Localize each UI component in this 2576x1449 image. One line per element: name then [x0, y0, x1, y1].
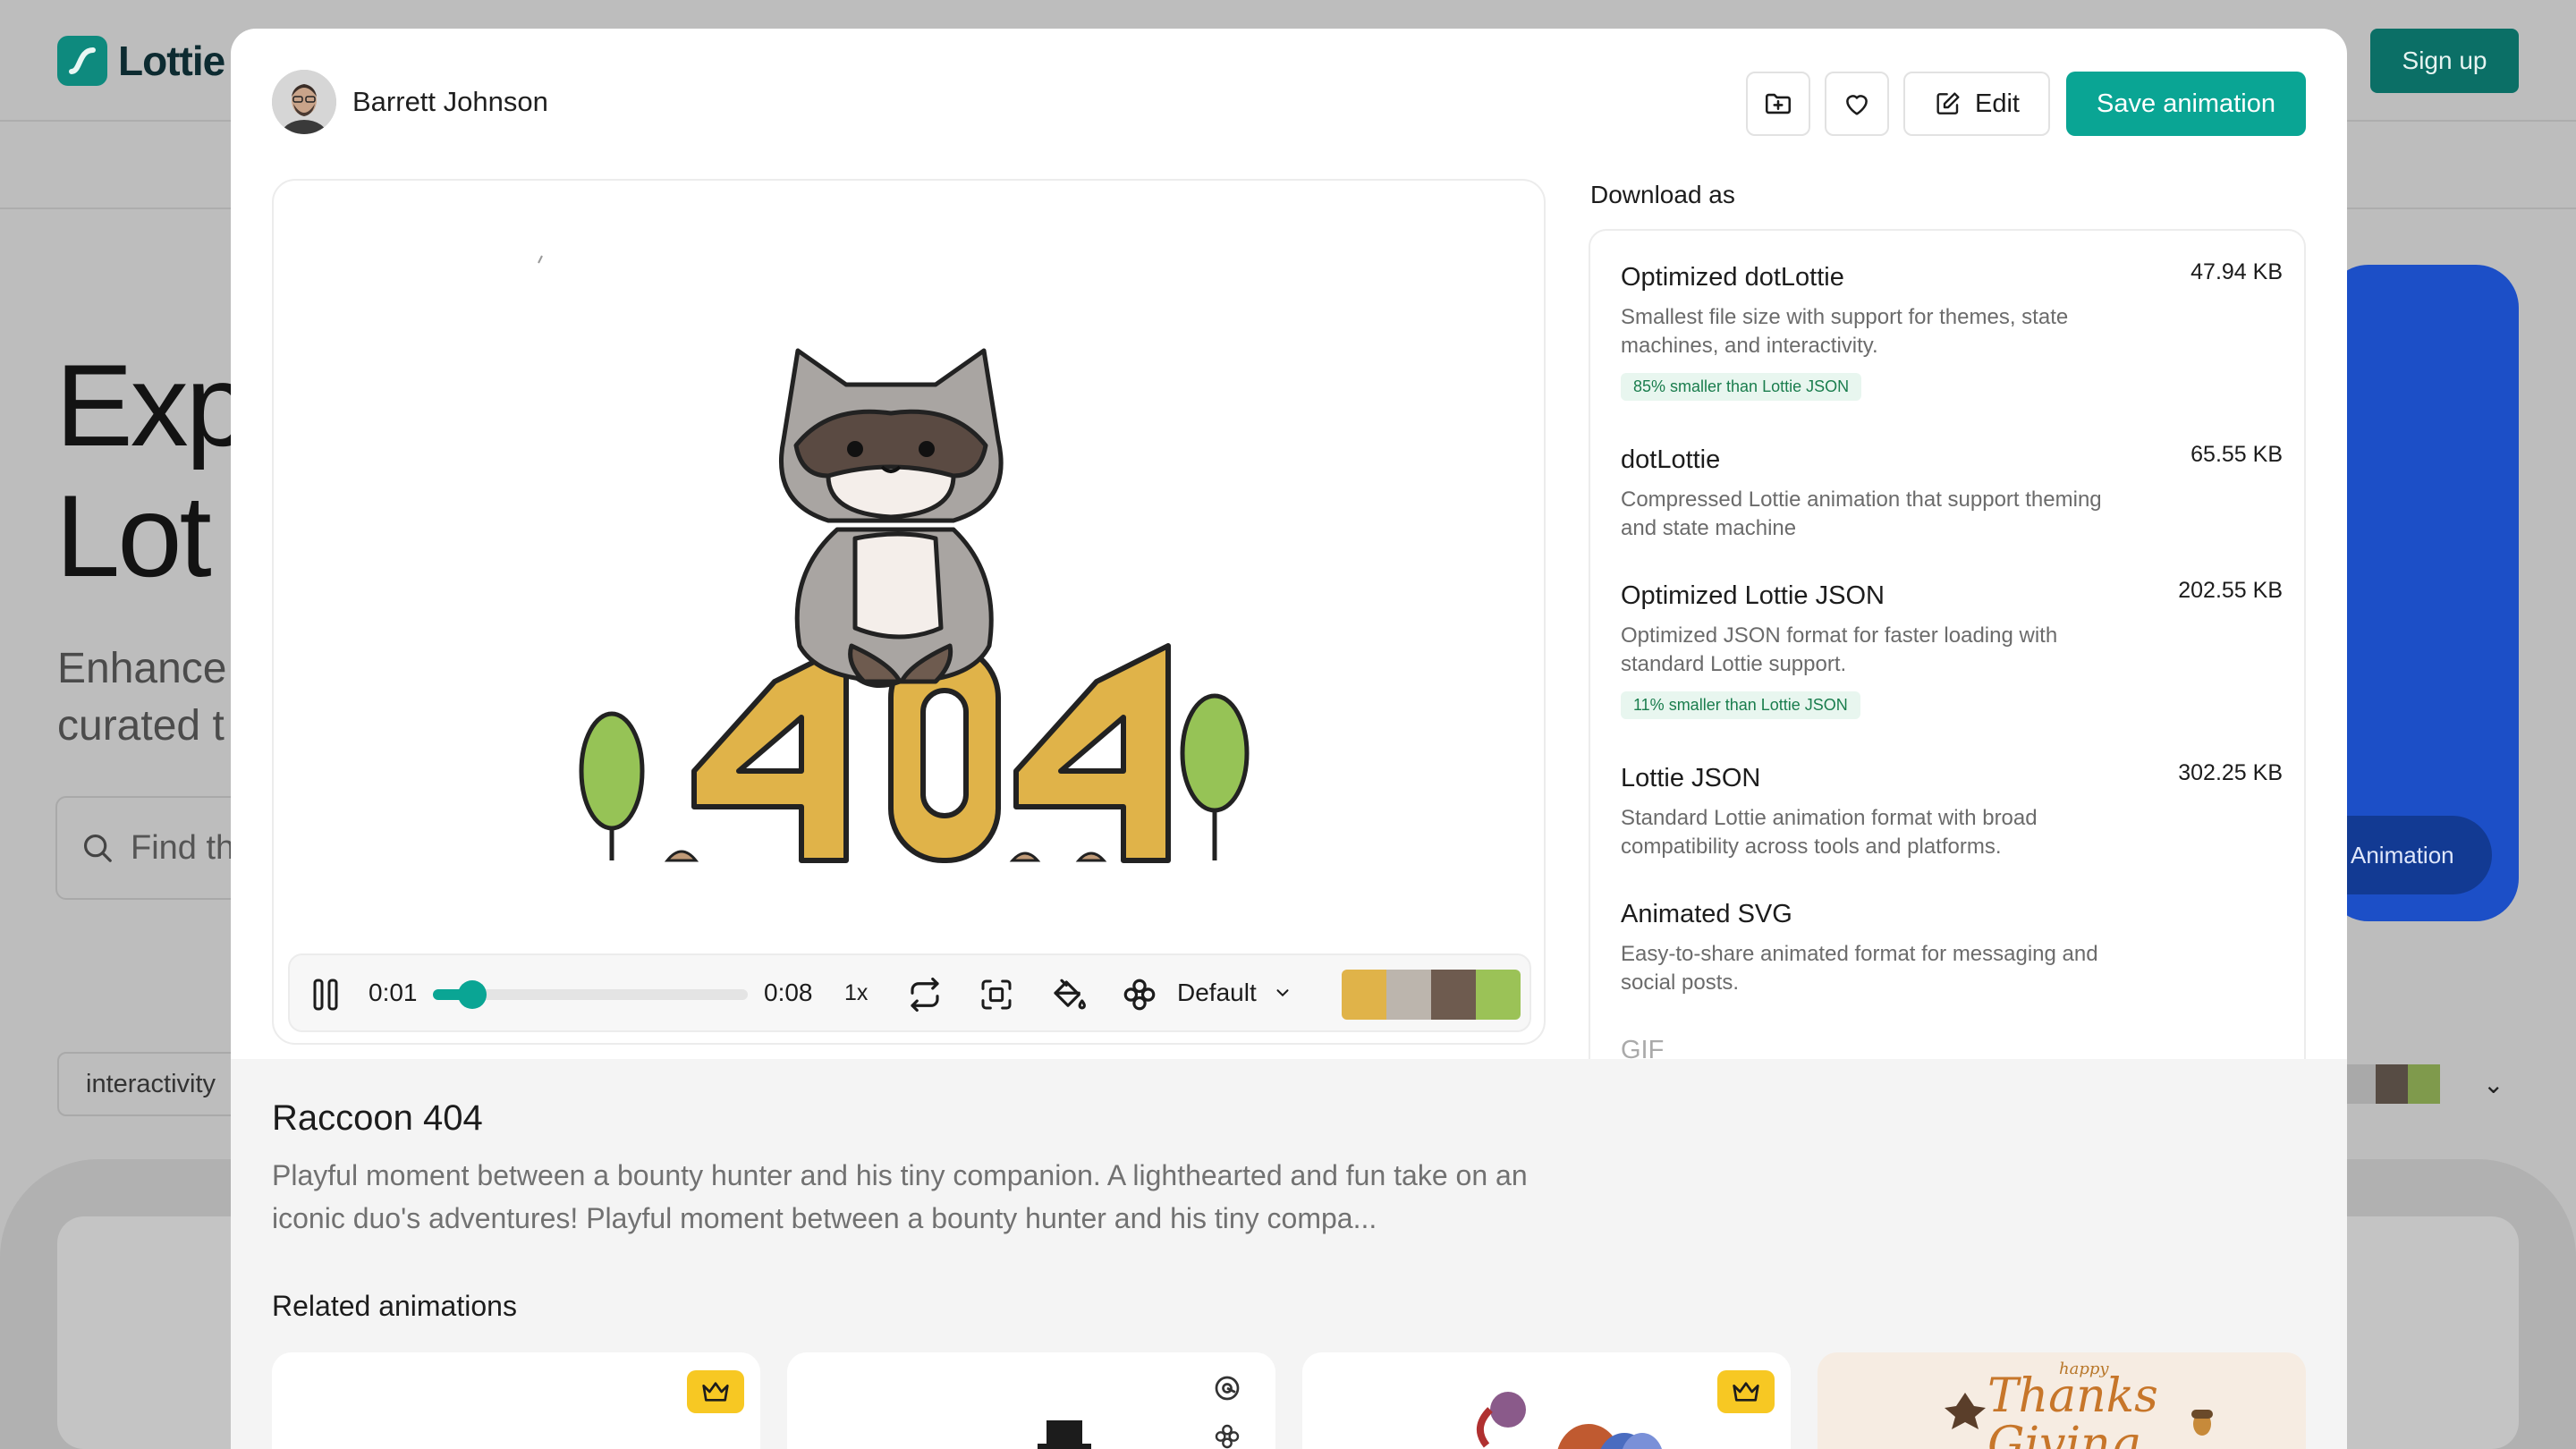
edit-icon [1936, 92, 1960, 114]
author[interactable]: Barrett Johnson [272, 70, 548, 134]
download-option-size: 65.55 KB [2190, 442, 2283, 467]
download-option-size: 202.55 KB [2178, 578, 2283, 603]
download-option[interactable]: Lottie JSON 302.25 KB Standard Lottie an… [1621, 760, 2283, 861]
hero-subtitle-line-1: Enhance [57, 645, 227, 692]
palette-swatch[interactable] [1342, 970, 1386, 1020]
thanksgiving-title-line-1: Thanks [1987, 1369, 2158, 1423]
download-option-size: 302.25 KB [2178, 760, 2283, 785]
animation-modal: Barrett Johnson Edit Save animation 0:01… [231, 29, 2347, 1449]
download-option[interactable]: dotLottie 65.55 KB Compressed Lottie ani… [1621, 442, 2283, 543]
download-title: Download as [1590, 181, 1735, 208]
repeat-icon [911, 977, 939, 1013]
author-name: Barrett Johnson [352, 86, 548, 117]
theme-select-label: Default [1177, 979, 1257, 1006]
palette-swatches[interactable] [1342, 970, 1521, 1020]
download-option-description: Smallest file size with support for them… [1621, 305, 2069, 358]
download-option-description: Standard Lottie animation format with br… [1621, 806, 2038, 859]
lottie-logo-text: Lottie [118, 38, 225, 84]
download-option[interactable]: Optimized Lottie JSON 202.55 KB Optimize… [1621, 578, 2283, 719]
animation-canvas[interactable] [274, 181, 1544, 950]
save-animation-button[interactable]: Save animation [2066, 72, 2306, 136]
fit-frame-button[interactable] [975, 973, 1018, 1016]
speed-button[interactable]: 1x [844, 980, 868, 1006]
animation-thumbnail [540, 1442, 612, 1449]
promo-pill[interactable]: Animation [2326, 816, 2492, 894]
download-option-description: Compressed Lottie animation that support… [1621, 487, 2102, 540]
edit-button[interactable]: Edit [1903, 72, 2050, 136]
download-option[interactable]: Optimized dotLottie 47.94 KB Smallest fi… [1621, 259, 2283, 401]
frame-icon [981, 979, 1012, 1010]
related-animation-card[interactable]: happy Thanks Giving [1818, 1352, 2306, 1449]
duration: 0:08 [764, 979, 813, 1006]
current-time: 0:01 [369, 979, 418, 1006]
theme-icon-button[interactable] [1118, 973, 1161, 1016]
related-animation-card[interactable] [272, 1352, 760, 1449]
pause-button[interactable] [306, 975, 345, 1014]
animation-description: Playful moment between a bounty hunter a… [272, 1159, 1528, 1234]
progress-handle[interactable] [458, 980, 487, 1009]
player-controls: 0:01 0:08 1x Default [288, 953, 1531, 1032]
edit-label: Edit [1975, 89, 2020, 118]
heart-icon [1846, 95, 1868, 115]
chevron-down-icon[interactable]: ⌄ [2483, 1070, 2504, 1099]
palette-swatch[interactable] [1386, 970, 1431, 1020]
avatar [272, 70, 336, 134]
lottie-logo-icon [57, 36, 107, 86]
download-option-name: Animated SVG [1621, 900, 1792, 928]
crown-icon [1733, 1382, 1759, 1402]
related-animation-card[interactable] [787, 1352, 1275, 1449]
animation-thumbnail [1038, 1420, 1091, 1449]
theme-icon [1215, 1424, 1240, 1449]
interactive-badge [1206, 1367, 1249, 1410]
loop-button[interactable] [903, 973, 946, 1016]
hero-title-line-1: Exp [55, 340, 250, 470]
premium-badge [1717, 1370, 1775, 1413]
download-option-description: Optimized JSON format for faster loading… [1621, 623, 2058, 676]
premium-badge [687, 1370, 744, 1413]
add-to-collection-button[interactable] [1746, 72, 1810, 136]
palette-swatch[interactable] [1431, 970, 1476, 1020]
thanksgiving-title-line-2: Giving [1987, 1418, 2140, 1449]
download-option[interactable]: Animated SVG Easy-to-share animated form… [1621, 900, 2283, 997]
lottie-logo[interactable]: Lottie [57, 36, 225, 86]
pause-icon [313, 979, 338, 1011]
leaf-decoration-icon [1945, 1393, 1986, 1429]
download-options-list: Optimized dotLottie 47.94 KB Smallest fi… [1589, 229, 2306, 1088]
animation-title: Raccoon 404 [272, 1098, 483, 1138]
download-option-description: Easy-to-share animated format for messag… [1621, 942, 2098, 995]
raccoon-404-illustration [538, 255, 1250, 863]
related-animation-card[interactable] [1302, 1352, 1791, 1449]
background-palette [2343, 1064, 2440, 1104]
search-icon [83, 834, 112, 862]
download-option-name: Optimized dotLottie [1621, 263, 1844, 292]
size-saving-badge: 11% smaller than Lottie JSON [1621, 691, 1860, 719]
search-placeholder: Find th [131, 828, 235, 867]
like-button[interactable] [1825, 72, 1889, 136]
background-color-button[interactable] [1046, 973, 1089, 1016]
animation-player: 0:01 0:08 1x Default [272, 179, 1546, 1045]
signup-button[interactable]: Sign up [2370, 29, 2519, 93]
theme-badge [1206, 1415, 1249, 1449]
folder-plus-icon [1765, 93, 1792, 114]
size-saving-badge: 85% smaller than Lottie JSON [1621, 373, 1862, 401]
download-option-name: dotLottie [1621, 445, 1721, 474]
theme-icon [1123, 979, 1156, 1011]
chevron-down-icon [1276, 989, 1289, 997]
hero-subtitle: Enhance curated t [57, 640, 227, 755]
acorn-decoration-icon [2191, 1410, 2213, 1436]
progress-slider[interactable] [433, 980, 748, 1009]
crown-icon [702, 1382, 729, 1402]
palette-swatch[interactable] [1476, 970, 1521, 1020]
paint-bucket-icon [1054, 979, 1086, 1010]
hero-subtitle-line-2: curated t [57, 702, 225, 750]
thanksgiving-title: Thanks Giving [1987, 1372, 2158, 1449]
hero-title-line-2: Lot [55, 470, 212, 601]
interactive-icon [1215, 1376, 1240, 1401]
theme-select[interactable]: Default [1177, 979, 1292, 1007]
animation-thumbnail [1477, 1392, 1662, 1449]
related-animations-title: Related animations [272, 1290, 517, 1322]
download-option-size: 47.94 KB [2190, 259, 2283, 284]
hero-title: Exp Lot [55, 340, 250, 601]
modal-header: Barrett Johnson Edit Save animation [231, 29, 2347, 154]
